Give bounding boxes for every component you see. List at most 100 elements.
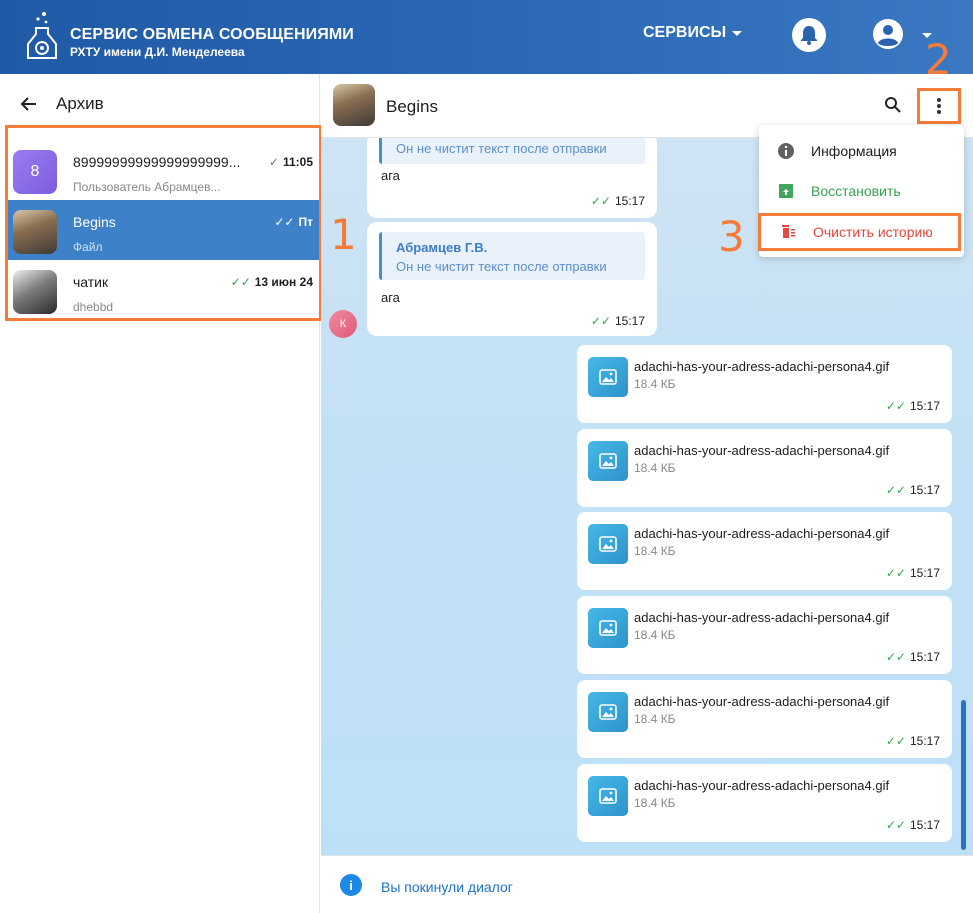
double-check-icon: ✓✓ (885, 818, 906, 832)
menu-item-clear-history[interactable]: Очистить историю (758, 213, 961, 251)
file-size: 18.4 КБ (634, 712, 676, 726)
file-name: adachi-has-your-adress-adachi-persona4.g… (634, 610, 890, 625)
trash-icon (779, 223, 797, 241)
archived-chat-list: 8 89999999999999999999... Пользователь А… (5, 125, 322, 321)
more-vertical-icon (937, 98, 941, 114)
message-time: ✓✓ 15:17 (886, 818, 940, 832)
info-circle-icon (777, 142, 795, 160)
more-options-button[interactable] (917, 88, 961, 124)
file-size: 18.4 КБ (634, 796, 676, 810)
app-header: СЕРВИС ОБМЕНА СООБЩЕНИЯМИ РХТУ имени Д.И… (0, 0, 973, 74)
chat-time: ✓✓ Пт (274, 215, 313, 229)
chat-time-text: 11:05 (282, 155, 313, 169)
message-time-text: 15:17 (909, 566, 940, 580)
message-time-text: 15:17 (614, 194, 645, 208)
chat-time-text: Пт (298, 215, 313, 229)
archive-panel: Архив 8 89999999999999999999... Пользова… (0, 74, 322, 913)
message-scrollbar[interactable] (961, 700, 966, 850)
message-time-text: 15:17 (909, 818, 940, 832)
message-time-text: 15:17 (909, 483, 940, 497)
message-bubble: Абрамцев Г.В. Он не чистит текст после о… (367, 222, 657, 336)
menu-item-restore[interactable]: Восстановить (759, 172, 964, 210)
message-time: ✓✓ 15:17 (886, 650, 940, 664)
file-size: 18.4 КБ (634, 461, 676, 475)
archive-title: Архив (56, 94, 104, 113)
file-name: adachi-has-your-adress-adachi-persona4.g… (634, 359, 890, 374)
message-time: ✓✓ 15:17 (886, 399, 940, 413)
file-message[interactable]: adachi-has-your-adress-adachi-persona4.g… (577, 680, 952, 758)
logo-icon (27, 12, 57, 59)
image-file-icon (588, 441, 628, 481)
brand-subtitle: РХТУ имени Д.И. Менделеева (70, 45, 245, 59)
avatar: 8 (13, 150, 57, 194)
quote-text: Он не чистит текст после отправки (396, 141, 607, 156)
chat-preview: dhebbd (73, 300, 114, 314)
file-name: adachi-has-your-adress-adachi-persona4.g… (634, 443, 890, 458)
menu-item-label: Восстановить (811, 183, 901, 199)
archive-header: Архив (20, 94, 104, 114)
file-message[interactable]: adachi-has-your-adress-adachi-persona4.g… (577, 512, 952, 590)
message-bubble: Он не чистит текст после отправки ага ✓✓… (367, 138, 657, 218)
chat-name: 89999999999999999999... (73, 154, 241, 170)
message-time-text: 15:17 (909, 734, 940, 748)
menu-item-label: Очистить историю (813, 224, 933, 240)
file-name: adachi-has-your-adress-adachi-persona4.g… (634, 526, 890, 541)
chat-name: Begins (73, 214, 116, 230)
chat-footer: i Вы покинули диалог (321, 855, 973, 913)
double-check-icon: ✓✓ (885, 650, 906, 664)
image-file-icon (588, 692, 628, 732)
file-message[interactable]: adachi-has-your-adress-adachi-persona4.g… (577, 429, 952, 507)
double-check-icon: ✓✓ (885, 566, 906, 580)
file-message[interactable]: adachi-has-your-adress-adachi-persona4.g… (577, 345, 952, 423)
avatar (13, 210, 57, 254)
chat-title[interactable]: Begins (386, 97, 438, 117)
file-size: 18.4 КБ (634, 544, 676, 558)
message-time: ✓✓ 15:17 (591, 194, 645, 208)
message-text: ага (381, 290, 400, 305)
file-size: 18.4 КБ (634, 628, 676, 642)
double-check-icon: ✓✓ (590, 314, 611, 328)
message-time-text: 15:17 (909, 399, 940, 413)
unarchive-icon (777, 182, 795, 200)
chat-item[interactable]: чатик dhebbd ✓✓ 13 июн 24 (8, 260, 319, 320)
menu-item-label: Информация (811, 143, 897, 159)
image-file-icon (588, 608, 628, 648)
message-text: ага (381, 168, 400, 183)
message-time: ✓✓ 15:17 (886, 566, 940, 580)
chat-preview: Файл (73, 240, 103, 254)
message-time-text: 15:17 (614, 314, 645, 328)
chat-time: ✓ 11:05 (269, 155, 313, 169)
file-size: 18.4 КБ (634, 377, 676, 391)
quoted-message[interactable]: Он не чистит текст после отправки (379, 138, 645, 164)
chat-avatar[interactable] (333, 84, 375, 126)
services-label: СЕРВИСЫ (643, 24, 727, 41)
double-check-icon: ✓✓ (274, 215, 295, 229)
chat-time-text: 13 июн 24 (254, 275, 313, 289)
image-file-icon (588, 776, 628, 816)
quoted-message[interactable]: Абрамцев Г.В. Он не чистит текст после о… (379, 232, 645, 280)
menu-item-info[interactable]: Информация (759, 132, 964, 170)
annotation-1: 1 (330, 210, 357, 259)
quote-author: Абрамцев Г.В. (396, 240, 488, 255)
file-message[interactable]: adachi-has-your-adress-adachi-persona4.g… (577, 764, 952, 842)
message-time: ✓✓ 15:17 (591, 314, 645, 328)
chat-item[interactable]: 8 89999999999999999999... Пользователь А… (8, 140, 319, 200)
image-file-icon (588, 524, 628, 564)
bell-icon (801, 26, 817, 45)
notifications-button[interactable] (792, 18, 826, 52)
check-icon: ✓ (268, 155, 279, 169)
sender-avatar[interactable]: К (329, 310, 357, 338)
chat-item-selected[interactable]: Begins Файл ✓✓ Пт (8, 200, 319, 260)
chat-time: ✓✓ 13 июн 24 (231, 275, 313, 289)
annotation-3: 3 (718, 212, 745, 261)
user-avatar-button[interactable] (873, 19, 903, 49)
file-name: adachi-has-your-adress-adachi-persona4.g… (634, 694, 890, 709)
file-name: adachi-has-your-adress-adachi-persona4.g… (634, 778, 890, 793)
double-check-icon: ✓✓ (230, 275, 251, 289)
file-message[interactable]: adachi-has-your-adress-adachi-persona4.g… (577, 596, 952, 674)
services-menu-button[interactable]: СЕРВИСЫ (643, 24, 743, 42)
search-icon[interactable] (884, 96, 902, 114)
back-arrow-icon[interactable] (20, 95, 38, 113)
annotation-2: 2 (925, 35, 952, 84)
chat-name: чатик (73, 274, 109, 290)
